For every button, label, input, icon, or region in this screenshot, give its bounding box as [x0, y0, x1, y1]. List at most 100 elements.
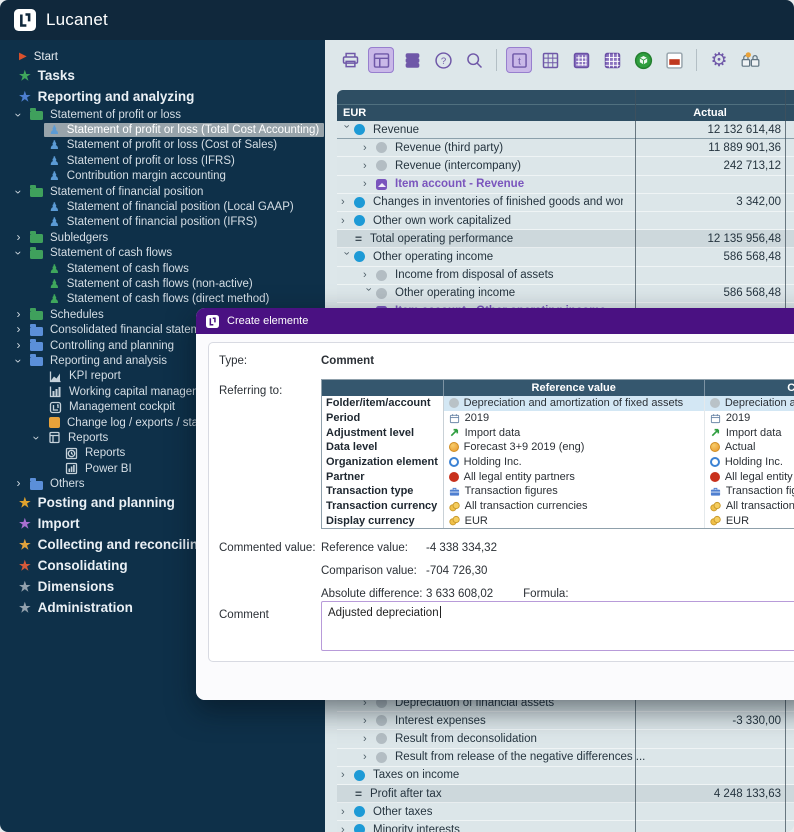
reports-icon — [48, 431, 61, 444]
row-label: Item account - Revenue — [395, 178, 524, 190]
chevron-down-icon[interactable]: › — [32, 431, 42, 444]
table-header-row: EUR Actual — [337, 105, 794, 121]
chevron-right-icon[interactable]: › — [341, 825, 354, 832]
reference-row-transaction-currency[interactable]: Transaction currencyAll transaction curr… — [322, 499, 794, 514]
chevron-right-icon[interactable]: › — [12, 309, 25, 319]
grid-icon[interactable] — [537, 47, 563, 73]
sidebar-item-statement-of-profit-or-loss[interactable]: ›Statement of profit or loss — [0, 107, 325, 122]
report-row-changes-in-inventories-of-finished-goods-and-work[interactable]: ›Changes in inventories of finished good… — [337, 194, 794, 212]
sidebar-item-statement-of-cash-flows[interactable]: ♟Statement of cash flows — [0, 261, 325, 276]
reference-table-column-header: Comparison value — [705, 380, 794, 396]
sidebar-item-tasks[interactable]: ★Tasks — [0, 65, 325, 86]
sidebar-item-reporting-and-analyzing[interactable]: ★Reporting and analyzing — [0, 86, 325, 107]
sidebar-item-statement-of-financial-position[interactable]: ›Statement of financial position — [0, 184, 325, 199]
report-row-result-from-release-of-the-negative-differences[interactable]: ›Result from release of the negative dif… — [337, 749, 794, 767]
sidebar-item-start[interactable]: ▶Start — [0, 48, 325, 65]
report-row-item-account-revenue[interactable]: › Item account - Revenue — [337, 176, 794, 194]
comment-input[interactable]: Adjusted depreciation — [321, 601, 794, 651]
sidebar-item-statement-of-profit-or-loss-total-cost-accounting[interactable]: ♟Statement of profit or loss (Total Cost… — [0, 122, 325, 137]
chevron-right-icon[interactable]: › — [363, 161, 376, 171]
sidebar-item-subledgers[interactable]: ›Subledgers — [0, 230, 325, 245]
sidebar-item-label: Statement of profit or loss (Cost of Sal… — [67, 139, 277, 151]
report-row-revenue[interactable]: ›Revenue12 132 614,48 — [337, 121, 794, 139]
folder-blue-icon — [30, 357, 43, 366]
grid-filled-icon[interactable] — [599, 47, 625, 73]
reference-row-period[interactable]: Period20192019 — [322, 411, 794, 426]
chevron-down-icon[interactable]: › — [364, 288, 374, 299]
chevron-right-icon[interactable]: › — [12, 478, 25, 488]
chevron-down-icon[interactable]: › — [14, 108, 24, 121]
sidebar-item-label: Others — [50, 478, 85, 490]
chevron-right-icon[interactable]: › — [363, 752, 376, 762]
chevron-right-icon[interactable]: › — [363, 734, 376, 744]
chevron-right-icon[interactable]: › — [12, 232, 25, 242]
reference-row-transaction-type[interactable]: Transaction typeTransaction figuresTrans… — [322, 484, 794, 499]
stop-icon[interactable] — [661, 47, 687, 73]
gear-icon[interactable]: ⚙ — [706, 47, 732, 73]
report-row-other-operating-income[interactable]: ›Other operating income586 568,48 — [337, 285, 794, 303]
chevron-right-icon[interactable]: › — [341, 807, 354, 817]
reference-row-display-currency[interactable]: Display currencyEUREUR — [322, 514, 794, 529]
chevron-right-icon[interactable]: › — [363, 143, 376, 153]
report-row-total-operating-performance[interactable]: =Total operating performance12 135 956,4… — [337, 230, 794, 248]
blue-dot-icon — [354, 197, 365, 208]
sidebar-item-statement-of-profit-or-loss-cost-of-sales[interactable]: ♟Statement of profit or loss (Cost of Sa… — [0, 138, 325, 153]
report-row-profit-after-tax[interactable]: =Profit after tax4 248 133,63 — [337, 785, 794, 803]
chevron-right-icon[interactable]: › — [12, 340, 25, 350]
chevron-down-icon[interactable]: › — [14, 247, 24, 260]
chevron-down-icon[interactable]: › — [342, 124, 352, 135]
reference-row-data-level[interactable]: Data levelForecast 3+9 2019 (eng)Actual — [322, 440, 794, 455]
chevron-right-icon[interactable]: › — [363, 270, 376, 280]
report-row-income-from-disposal-of-assets[interactable]: › Income from disposal of assets — [337, 267, 794, 285]
chevron-right-icon[interactable]: › — [341, 197, 354, 207]
rows-icon[interactable] — [399, 47, 425, 73]
report-row-minority-interests[interactable]: ›Minority interests — [337, 821, 794, 832]
chevron-right-icon[interactable]: › — [363, 179, 376, 189]
row-label: Profit after tax — [370, 788, 442, 800]
sidebar-item-statement-of-cash-flows-non-active[interactable]: ♟Statement of cash flows (non-active) — [0, 276, 325, 291]
chevron-right-icon[interactable]: › — [341, 770, 354, 780]
dialog-title-bar[interactable]: Create elemente — [196, 308, 794, 334]
chevron-down-icon[interactable]: › — [14, 354, 24, 367]
grid-hash-icon[interactable] — [568, 47, 594, 73]
report-row-other-taxes[interactable]: ›Other taxes — [337, 803, 794, 821]
report-row-other-own-work-capitalized[interactable]: ›Other own work capitalized — [337, 212, 794, 230]
sidebar-item-statement-of-financial-position-ifrs[interactable]: ♟Statement of financial position (IFRS) — [0, 215, 325, 230]
report-row-result-from-deconsolidation[interactable]: › Result from deconsolidation — [337, 730, 794, 748]
locks-icon[interactable] — [737, 47, 763, 73]
chevron-right-icon[interactable]: › — [363, 716, 376, 726]
chevron-down-icon[interactable]: › — [14, 185, 24, 198]
layout-icon[interactable] — [368, 47, 394, 73]
search-icon[interactable] — [461, 47, 487, 73]
sidebar-item-statement-of-profit-or-loss-ifrs[interactable]: ♟Statement of profit or loss (IFRS) — [0, 153, 325, 168]
sidebar-item-statement-of-financial-position-local-gaap[interactable]: ♟Statement of financial position (Local … — [0, 199, 325, 214]
blue-dot-icon — [354, 251, 365, 262]
sidebar-item-statement-of-cash-flows[interactable]: ›Statement of cash flows — [0, 246, 325, 261]
sidebar-item-statement-of-cash-flows-direct-method[interactable]: ♟Statement of cash flows (direct method) — [0, 292, 325, 307]
help-icon[interactable]: ? — [430, 47, 456, 73]
sidebar-item-contribution-margin-accounting[interactable]: ♟Contribution margin accounting — [0, 169, 325, 184]
coins-icon — [710, 515, 721, 526]
folder-green-icon — [30, 250, 43, 259]
sidebar-item-label: Reports — [68, 432, 108, 444]
reference-row-partner[interactable]: PartnerAll legal entity partnersAll lega… — [322, 469, 794, 484]
chevron-right-icon[interactable]: › — [12, 324, 25, 334]
print-icon[interactable] — [337, 47, 363, 73]
chevron-down-icon[interactable]: › — [342, 251, 352, 262]
row-label: Result from deconsolidation — [395, 733, 537, 745]
reference-row-label: Data level — [322, 440, 444, 455]
report-row-taxes-on-income[interactable]: ›Taxes on income — [337, 767, 794, 785]
row-label: Income from disposal of assets — [395, 269, 554, 281]
text-cell-icon[interactable]: t — [506, 47, 532, 73]
cube-icon[interactable] — [630, 47, 656, 73]
reference-row-folder-item-account[interactable]: Folder/item/accountDepreciation and amor… — [322, 396, 794, 411]
sidebar-item-label: Statement of cash flows — [67, 263, 189, 275]
reference-row-adjustment-level[interactable]: Adjustment levelImport dataImport data — [322, 425, 794, 440]
report-row-revenue-intercompany[interactable]: ›Revenue (intercompany)242 713,12 — [337, 157, 794, 175]
report-row-interest-expenses[interactable]: ›Interest expenses-3 330,00 — [337, 712, 794, 730]
report-row-revenue-third-party[interactable]: ›Revenue (third party)11 889 901,36 — [337, 139, 794, 157]
chevron-right-icon[interactable]: › — [341, 216, 354, 226]
reference-row-organization-element[interactable]: Organization elementHolding Inc.Holding … — [322, 455, 794, 470]
report-row-other-operating-income[interactable]: ›Other operating income586 568,48 — [337, 248, 794, 266]
ref-value-text: 2019 — [465, 412, 489, 424]
